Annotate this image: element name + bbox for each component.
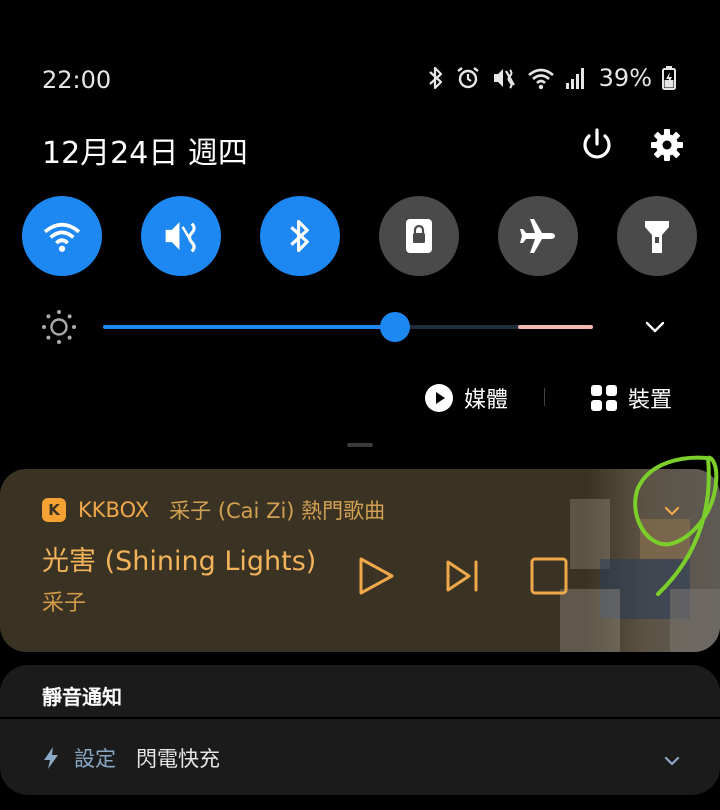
annotation-circle-drawing <box>633 455 719 596</box>
skip-next-icon[interactable] <box>442 555 484 597</box>
devices-grid-icon <box>591 385 617 411</box>
media-song-title: 光害 (Shining Lights) <box>42 546 317 577</box>
power-icon[interactable] <box>578 126 616 164</box>
tile-bluetooth[interactable] <box>260 196 340 276</box>
quick-settings-tiles <box>22 196 700 278</box>
media-notification-card[interactable]: K KKBOX 采子 (Cai Zi) 熱門歌曲 光害 (Shining Lig… <box>0 469 720 652</box>
media-artist: 采子 <box>42 591 87 616</box>
airplane-icon <box>520 219 555 253</box>
alarm-icon <box>456 67 479 89</box>
brightness-slider[interactable] <box>103 312 593 342</box>
media-output-button[interactable]: 媒體 <box>424 378 508 418</box>
panel-drag-handle[interactable] <box>347 443 373 447</box>
date-label: 12月24日 週四 <box>42 136 248 171</box>
wifi-icon <box>527 68 554 90</box>
tile-airplane[interactable] <box>498 196 578 276</box>
tile-vibrate[interactable] <box>141 196 221 276</box>
kkbox-app-icon: K <box>42 498 66 522</box>
status-bar: 22:00 39% <box>0 0 720 110</box>
signal-icon <box>565 68 584 89</box>
chevron-down-icon[interactable] <box>642 314 668 340</box>
brightness-slider-warm-zone <box>518 325 593 329</box>
notification-text: 閃電快充 <box>136 747 220 771</box>
media-output-label: 媒體 <box>464 388 509 413</box>
output-divider <box>544 388 545 406</box>
tile-flashlight[interactable] <box>617 196 697 276</box>
silent-card-separator <box>0 717 720 719</box>
brightness-slider-fill <box>103 325 395 329</box>
devices-button[interactable]: 裝置 <box>590 378 672 418</box>
media-app-row: K KKBOX 采子 (Cai Zi) 熱門歌曲 <box>42 495 385 525</box>
status-icons: 39% <box>427 64 676 92</box>
chevron-down-icon[interactable] <box>660 749 684 773</box>
lock-icon <box>406 219 432 253</box>
lightning-icon <box>44 747 58 769</box>
wifi-icon <box>43 222 81 252</box>
silent-notifications-title: 靜音通知 <box>42 685 122 709</box>
bluetooth-icon <box>428 66 442 90</box>
brightness-icon <box>42 310 76 344</box>
media-app-name: KKBOX <box>78 498 150 522</box>
charging-notification[interactable]: 設定 閃電快充 <box>42 743 220 773</box>
flashlight-icon <box>645 221 669 253</box>
play-icon[interactable] <box>355 555 397 597</box>
play-circle-icon <box>425 384 453 412</box>
clock-time: 22:00 <box>42 66 112 94</box>
silent-notifications-card: 靜音通知 設定 閃電快充 <box>0 665 720 795</box>
vibrate-icon <box>165 222 196 253</box>
vibrate-icon <box>493 69 515 89</box>
battery-charging-icon <box>662 66 676 90</box>
battery-percent: 39% <box>598 64 652 92</box>
brightness-control <box>40 306 690 346</box>
brightness-slider-thumb[interactable] <box>379 312 410 342</box>
devices-label: 裝置 <box>628 388 673 413</box>
media-playlist: 采子 (Cai Zi) 熱門歌曲 <box>169 499 386 523</box>
tile-screen-lock[interactable] <box>379 196 459 276</box>
bluetooth-icon <box>290 219 309 253</box>
tile-wifi[interactable] <box>22 196 102 276</box>
stop-icon[interactable] <box>528 555 570 597</box>
notification-app-name: 設定 <box>74 747 116 771</box>
gear-icon[interactable] <box>648 126 686 164</box>
